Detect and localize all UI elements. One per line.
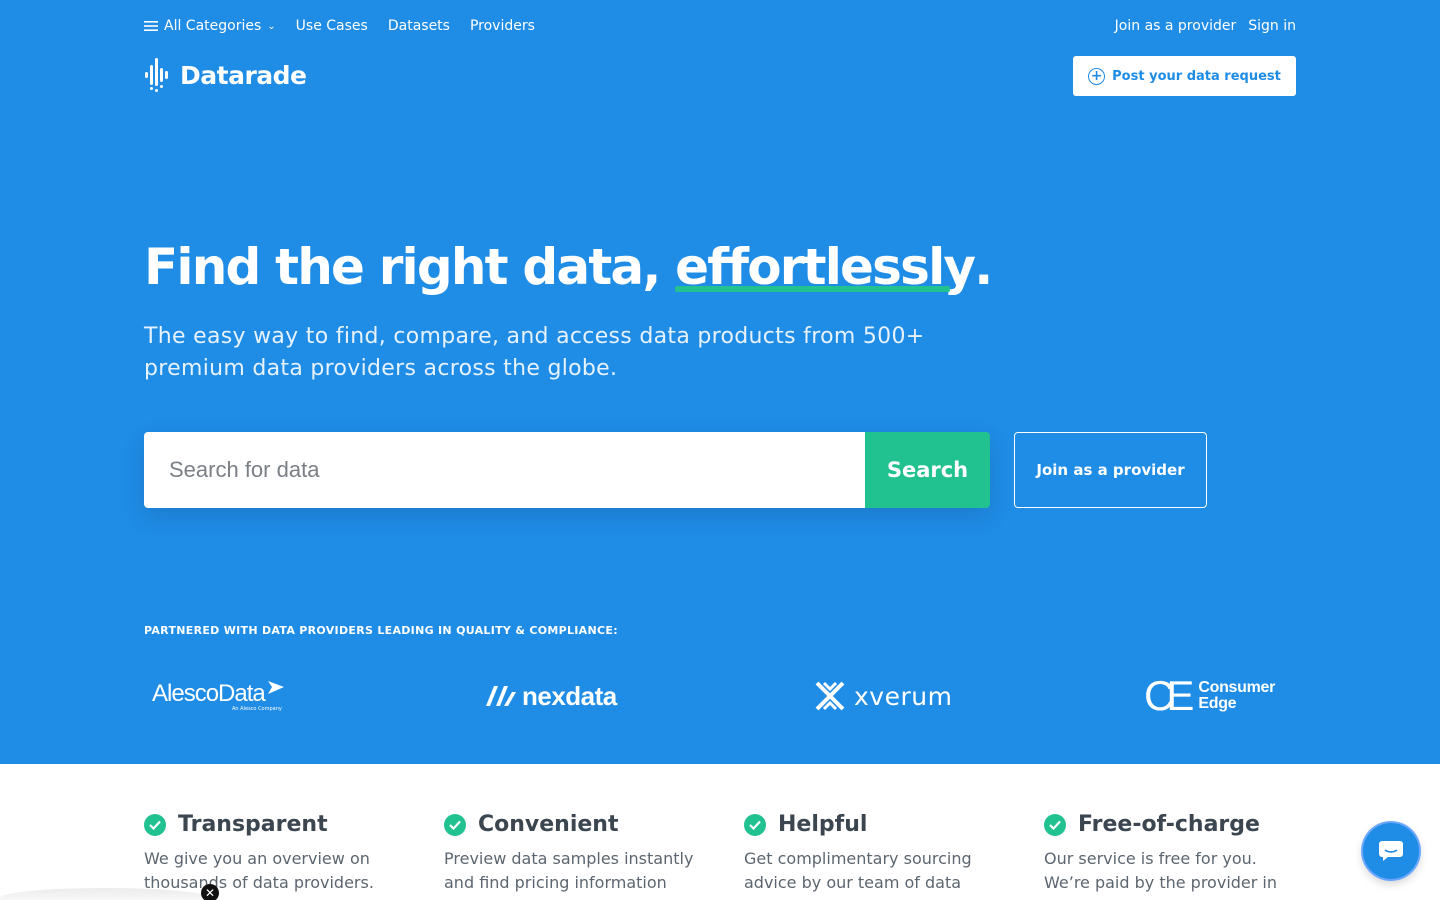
ce-mark: CE — [1144, 672, 1194, 719]
check-circle-icon — [144, 813, 166, 836]
hero-subtitle: The easy way to find, compare, and acces… — [144, 324, 925, 381]
feature-description: Our service is free for you. We’re paid … — [1044, 849, 1278, 900]
top-nav-right: Join as a provider Sign in — [1103, 18, 1296, 34]
feature-title: Convenient — [478, 812, 619, 837]
nexdata-name: nexdata — [522, 680, 617, 711]
feature-description: We give you an overview on thousands of … — [144, 849, 374, 892]
ce-line2: Edge — [1198, 695, 1237, 712]
chat-bubble-icon — [1379, 841, 1403, 861]
nav-join-provider[interactable]: Join as a provider — [1115, 18, 1237, 34]
check-circle-icon — [1044, 813, 1066, 836]
feature-helpful: Helpful Get complimentary sourcing advic… — [744, 812, 994, 895]
feature-description: Preview data samples instantly and find … — [444, 849, 694, 900]
search-input[interactable] — [144, 432, 865, 508]
nav-sign-in[interactable]: Sign in — [1248, 18, 1296, 34]
top-nav-left: All Categories ⌄ Use Cases Datasets Prov… — [144, 18, 555, 34]
headline-emphasis: effortlessly — [675, 238, 976, 296]
chevron-down-icon: ⌄ — [267, 20, 276, 32]
feature-title: Helpful — [778, 812, 868, 837]
close-icon[interactable]: ✕ — [201, 884, 219, 900]
join-as-provider-button[interactable]: Join as a provider — [1014, 432, 1207, 508]
hero-section: All Categories ⌄ Use Cases Datasets Prov… — [0, 0, 1440, 764]
check-circle-icon — [444, 813, 466, 836]
xverum-mark-icon — [815, 681, 845, 711]
headline-text: Find the right data, — [144, 238, 676, 296]
alesco-name: AlescoData — [152, 680, 266, 707]
brand-name: Datarade — [180, 60, 307, 90]
plus-circle-icon: + — [1088, 67, 1106, 85]
nav-use-cases[interactable]: Use Cases — [296, 18, 368, 34]
feature-description: Get complimentary sourcing advice by our… — [744, 849, 972, 892]
nexdata-mark-icon — [486, 686, 516, 706]
alesco-wordmark-row: AlescoData — [152, 680, 285, 708]
search-button[interactable]: Search — [865, 432, 990, 508]
feature-convenient: Convenient Preview data samples instantl… — [444, 812, 694, 900]
xverum-name: xverum — [854, 681, 953, 711]
feature-free-of-charge: Free-of-charge Our service is free for y… — [1044, 812, 1294, 900]
top-navigation: All Categories ⌄ Use Cases Datasets Prov… — [144, 16, 1296, 36]
partner-logo-consumer-edge[interactable]: CE Consumer Edge — [1144, 672, 1275, 720]
datarade-logo-icon — [145, 58, 168, 92]
nav-datasets[interactable]: Datasets — [388, 18, 450, 34]
headline-period: . — [974, 238, 993, 296]
chat-widget-button[interactable] — [1363, 823, 1419, 879]
feature-title-row: Free-of-charge — [1044, 812, 1294, 837]
all-categories-label: All Categories — [164, 18, 262, 34]
partners-heading: PARTNERED WITH DATA PROVIDERS LEADING IN… — [144, 624, 618, 637]
feature-transparent: Transparent We give you an overview on t… — [144, 812, 394, 895]
search-bar: Search — [144, 432, 990, 508]
post-data-request-button[interactable]: + Post your data request — [1073, 56, 1296, 96]
feature-title-row: Helpful — [744, 812, 994, 837]
paper-plane-icon — [267, 681, 284, 694]
check-circle-icon — [744, 813, 766, 836]
ce-line1: Consumer — [1198, 679, 1276, 696]
feature-title-row: Transparent — [144, 812, 394, 837]
alesco-tagline: An Alesco Company — [232, 706, 282, 712]
partner-logo-alescodata[interactable]: AlescoData An Alesco Company — [152, 672, 285, 720]
hero-headline: Find the right data, effortlessly. — [144, 238, 993, 296]
features-row: Transparent We give you an overview on t… — [144, 812, 1296, 900]
partner-logos: AlescoData An Alesco Company nexdata xve… — [144, 672, 1296, 720]
feature-title: Transparent — [178, 812, 328, 837]
ce-wordmark: Consumer Edge — [1198, 680, 1275, 712]
datarade-logo[interactable]: Datarade — [144, 56, 307, 94]
all-categories-menu[interactable]: All Categories ⌄ — [144, 18, 276, 34]
feature-title: Free-of-charge — [1078, 812, 1260, 837]
hamburger-icon — [144, 21, 158, 31]
nav-providers[interactable]: Providers — [470, 18, 535, 34]
feature-title-row: Convenient — [444, 812, 694, 837]
partner-logo-nexdata[interactable]: nexdata — [484, 672, 617, 720]
post-data-request-label: Post your data request — [1112, 68, 1281, 84]
partner-logo-xverum[interactable]: xverum — [814, 672, 952, 720]
